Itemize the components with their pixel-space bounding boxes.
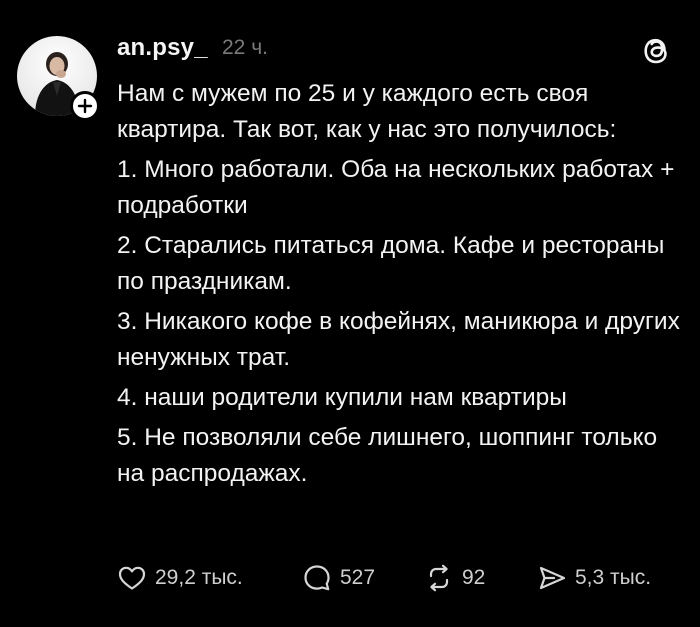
- post-paragraph-4: 4. наши родители купили нам квартиры: [117, 384, 567, 411]
- repost-count: 92: [462, 566, 486, 589]
- comment-bubble-icon: [304, 565, 330, 591]
- post-time: 22 ч.: [222, 36, 268, 59]
- comment-button[interactable]: 527: [302, 558, 375, 598]
- heart-icon: [118, 566, 146, 590]
- share-button[interactable]: 5,3 тыс.: [537, 558, 651, 598]
- post-paragraph-5: 5. Не позволяли себе лишнего, шоппинг то…: [117, 424, 658, 487]
- post-paragraph-1: 1. Много работали. Оба на нескольких раб…: [117, 156, 675, 219]
- like-button[interactable]: 29,2 тыс.: [117, 558, 243, 598]
- threads-logo-icon[interactable]: [640, 34, 674, 68]
- plus-icon: [77, 98, 93, 114]
- follow-button[interactable]: [70, 91, 100, 121]
- send-icon: [539, 566, 566, 590]
- like-count: 29,2 тыс.: [155, 566, 243, 589]
- threads-post: an.psy_ 22 ч. Нам с мужем по 25 и у кажд…: [0, 0, 700, 627]
- repost-button[interactable]: 92: [424, 558, 485, 598]
- comment-count: 527: [340, 566, 376, 589]
- username[interactable]: an.psy_: [117, 34, 208, 62]
- post-body: Нам с мужем по 25 и у каждого есть своя …: [117, 76, 687, 492]
- share-count: 5,3 тыс.: [575, 566, 652, 589]
- repost-icon: [429, 564, 449, 592]
- post-paragraph-3: 3. Никакого кофе в кофейнях, маникюра и …: [117, 308, 680, 371]
- post-paragraph-2: 2. Старались питаться дома. Кафе и ресто…: [117, 232, 665, 295]
- post-actions: 29,2 тыс. 527 92 5,3 тыс.: [117, 558, 687, 598]
- post-paragraph-intro: Нам с мужем по 25 и у каждого есть своя …: [117, 80, 617, 143]
